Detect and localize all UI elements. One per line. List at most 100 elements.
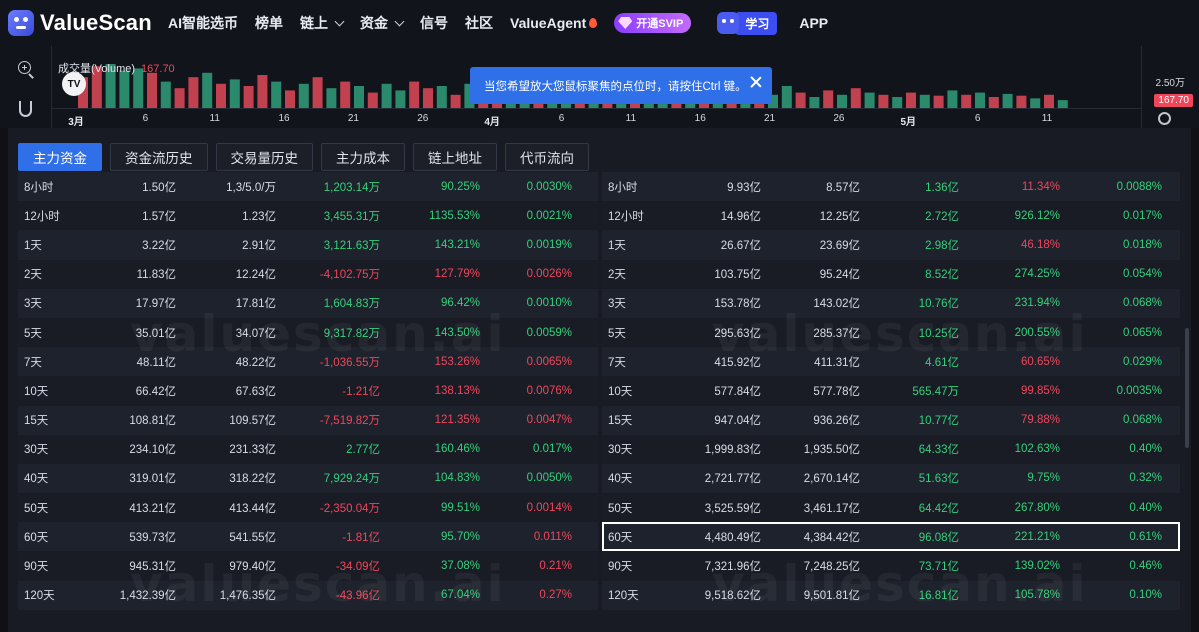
tradingview-logo[interactable]: TV [62, 72, 86, 96]
table-cell: 0.0030% [526, 180, 572, 193]
table-cell: 9,317.82万 [323, 327, 380, 340]
volume-bar [381, 83, 392, 108]
volume-bar [892, 97, 903, 108]
nav-app[interactable]: APP [799, 15, 828, 31]
table-cell: 936.26亿 [813, 415, 860, 428]
table-row[interactable]: 90天 7,321.96亿 7,248.25亿 73.71亿 139.02% 0.46% [602, 551, 1180, 581]
tab-main-funds[interactable]: 主力资金 [18, 143, 102, 171]
table-cell: 267.80% [1014, 501, 1060, 514]
table-row[interactable]: 2天 103.75亿 95.24亿 8.52亿 274.25% 0.054% [602, 259, 1180, 289]
tab-fund-flow-history[interactable]: 资金流历史 [110, 143, 208, 171]
nav-label: 社区 [465, 15, 493, 31]
magnet-icon[interactable] [16, 100, 36, 120]
table-row[interactable]: 5天 35.01亿 34.07亿 9,317.82万 143.50% 0.0059% [18, 317, 598, 348]
date-axis[interactable]: 3月 6 11 16 21 26 4月 6 11 16 21 26 5月 6 11 [52, 108, 1141, 128]
table-row[interactable]: 7天 48.11亿 48.22亿 -1,036.55万 153.26% 0.0065% [18, 347, 598, 377]
table-row[interactable]: 120天 1,432.39亿 1,476.35亿 -43.96亿 67.04% 0.27% [18, 580, 598, 610]
nav-community[interactable]: 社区 [465, 13, 493, 33]
nav-value-agent[interactable]: ValueAgent [510, 15, 598, 31]
table-row[interactable]: 10天 66.42亿 67.63亿 -1.21亿 138.13% 0.0076% [18, 376, 598, 406]
tab-main-cost[interactable]: 主力成本 [321, 143, 405, 171]
table-row[interactable]: 8小时 9.93亿 8.57亿 1.36亿 11.34% 0.0088% [602, 172, 1180, 202]
table-row[interactable]: 10天 577.84亿 577.78亿 565.47万 99.85% 0.0035% [602, 376, 1180, 406]
table-row[interactable]: 15天 108.81亿 109.57亿 -7,519.82万 121.35% 0.0047… [18, 405, 598, 435]
table-row[interactable]: 3天 17.97亿 17.81亿 1,604.83万 96.42% 0.0010% [18, 288, 598, 318]
date-tick: 21 [347, 113, 359, 124]
nav-onchain[interactable]: 链上 [300, 13, 345, 33]
gear-icon[interactable] [1158, 112, 1171, 125]
table-cell: 0.61% [1129, 530, 1162, 543]
table-cell: 4,480.49亿 [704, 531, 761, 544]
table-cell: 160.46% [434, 443, 480, 456]
table-cell: 413.21亿 [129, 502, 176, 515]
table-row[interactable]: 7天 415.92亿 411.31亿 4.61亿 60.65% 0.029% [602, 347, 1180, 377]
table-row[interactable]: 40天 319.01亿 318.22亿 7,929.24万 104.83% 0.0050% [18, 463, 598, 494]
table-cell: -1.21亿 [342, 385, 380, 398]
row-period-label: 30天 [24, 444, 49, 457]
table-row[interactable]: 120天 9,518.62亿 9,501.81亿 16.81亿 105.78% 0.10% [602, 580, 1180, 610]
table-row[interactable]: 1天 3.22亿 2.91亿 3,121.63万 143.21% 0.0019% [18, 230, 598, 260]
table-row[interactable]: 30天 1,999.83亿 1,935.50亿 64.33亿 102.63% 0.40% [602, 434, 1180, 464]
table-cell: 2,721.77亿 [704, 473, 761, 486]
table-cell: -4,102.75万 [319, 269, 380, 282]
table-cell: 46.18% [1020, 238, 1060, 251]
table-row[interactable]: 50天 413.21亿 413.44亿 -2,350.04万 99.51% 0.0014% [18, 493, 598, 523]
table-cell: 34.07亿 [235, 327, 276, 340]
nav-signals[interactable]: 信号 [420, 13, 448, 33]
table-row[interactable]: 5天 295.63亿 285.37亿 10.25亿 200.55% 0.065% [602, 317, 1180, 348]
zoom-in-icon[interactable] [16, 60, 36, 80]
table-cell: 1.36亿 [925, 181, 959, 194]
nav-rankings[interactable]: 榜单 [255, 13, 283, 33]
table-cell: 565.47万 [912, 385, 959, 398]
table-cell: 2,670.14亿 [803, 473, 860, 486]
logo[interactable]: ValueScan [8, 10, 168, 36]
table-row[interactable]: 60天 539.73亿 541.55亿 -1.81亿 95.70% 0.011% [18, 522, 598, 552]
row-period-label: 3天 [24, 298, 42, 311]
tab-volume-history[interactable]: 交易量历史 [215, 143, 313, 171]
table-row[interactable]: 3天 153.78亿 143.02亿 10.76亿 231.94% 0.068% [602, 288, 1180, 318]
table-row[interactable]: 1天 26.67亿 23.69亿 2.98亿 46.18% 0.018% [602, 230, 1180, 260]
row-period-label: 50天 [608, 502, 633, 515]
mascot-icon [717, 12, 740, 34]
svip-button[interactable]: 开通SVIP [614, 13, 692, 33]
close-icon[interactable] [750, 76, 762, 88]
table-cell: 0.0021% [526, 209, 572, 222]
table-cell: 231.94% [1014, 297, 1060, 310]
table-cell: 0.27% [539, 589, 572, 602]
table-row[interactable]: 15天 947.04亿 936.26亿 10.77亿 79.88% 0.068% [602, 405, 1180, 435]
scrollbar[interactable] [1185, 328, 1189, 448]
table-cell: 143.02亿 [813, 298, 860, 311]
row-period-label: 12小时 [24, 210, 60, 223]
table-row[interactable]: 50天 3,525.59亿 3,461.17亿 64.42亿 267.80% 0.40% [602, 493, 1180, 523]
table-row[interactable]: 2天 11.83亿 12.24亿 -4,102.75万 127.79% 0.0026% [18, 259, 598, 289]
table-cell: 0.011% [533, 530, 572, 543]
volume-bar [395, 90, 406, 108]
table-cell: 99.51% [440, 501, 480, 514]
table-row[interactable]: 12小时 1.57亿 1.23亿 3,455.31万 1135.53% 0.0021% [18, 201, 598, 231]
table-cell: 8.52亿 [925, 269, 959, 282]
price-axis[interactable]: 2.50万 167.70 [1141, 46, 1199, 128]
table-cell: 99.85% [1020, 384, 1060, 397]
volume-bar [257, 75, 268, 108]
table-row[interactable]: 60天 4,480.49亿 4,384.42亿 96.08亿 221.21% 0.61% [602, 522, 1180, 552]
learn-button[interactable]: 学习 [717, 11, 778, 35]
nav-ai-coin-picker[interactable]: AI智能选币 [168, 13, 238, 33]
nav-funds[interactable]: 资金 [360, 13, 405, 33]
table-cell: 4.61亿 [925, 356, 959, 369]
table-cell: 1,3/5.0/万 [226, 181, 276, 194]
table-cell: 12.24亿 [235, 269, 276, 282]
table-row[interactable]: 30天 234.10亿 231.33亿 2.77亿 160.46% 0.017% [18, 434, 598, 464]
current-volume-tag: 167.70 [1154, 94, 1193, 107]
table-cell: 66.42亿 [135, 385, 176, 398]
table-row[interactable]: 8小时 1.50亿 1,3/5.0/万 1,203.14万 90.25% 0.0030% [18, 172, 598, 202]
table-cell: 14.96亿 [720, 210, 761, 223]
svip-label: 开通SVIP [636, 18, 684, 30]
table-row[interactable]: 40天 2,721.77亿 2,670.14亿 51.63亿 9.75% 0.32% [602, 463, 1180, 494]
table-cell: 105.78% [1014, 589, 1060, 602]
date-tick: 4月 [484, 117, 500, 128]
tab-token-flow[interactable]: 代币流向 [505, 143, 589, 171]
table-row[interactable]: 12小时 14.96亿 12.25亿 2.72亿 926.12% 0.017% [602, 201, 1180, 231]
table-cell: 79.88% [1020, 414, 1060, 427]
tab-onchain-address[interactable]: 链上地址 [413, 143, 497, 171]
table-row[interactable]: 90天 945.31亿 979.40亿 -34.09亿 37.08% 0.21% [18, 551, 598, 581]
